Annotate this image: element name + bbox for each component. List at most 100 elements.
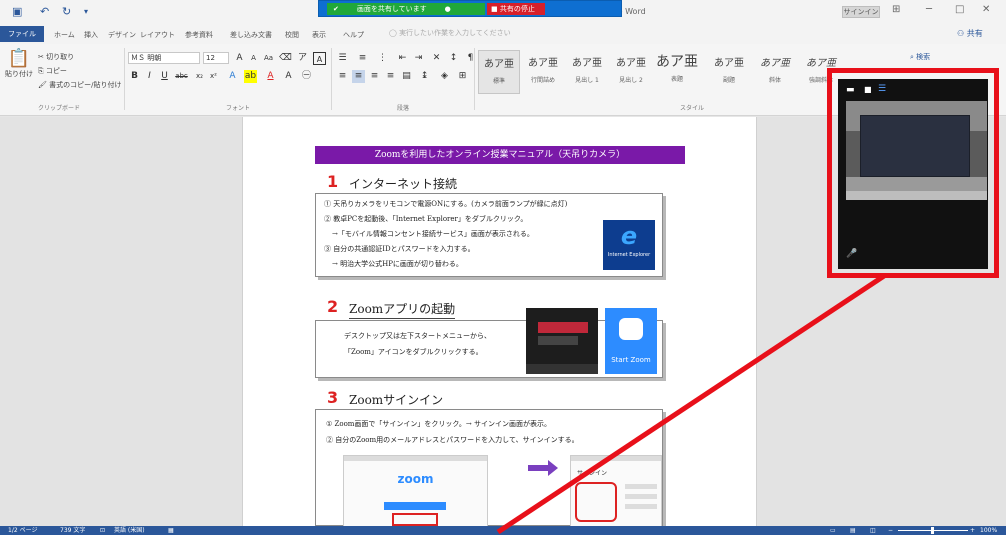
align-right-icon[interactable]: ≡: [368, 70, 381, 83]
char-shading-icon[interactable]: A: [282, 70, 295, 83]
ribbon-display-icon[interactable]: ⊞: [892, 4, 900, 15]
find-button[interactable]: ⌕ 検索: [910, 52, 930, 62]
style-emphasis[interactable]: あア亜 斜体: [754, 50, 796, 94]
tab-view[interactable]: 表示: [312, 28, 326, 42]
share-status-indicator: ✔ 画面を共有しています ●: [327, 3, 485, 15]
tab-references[interactable]: 参考資料: [185, 28, 213, 42]
style-normal[interactable]: あア亜 標準: [478, 50, 520, 94]
macro-icon[interactable]: ▦: [168, 526, 174, 535]
share-options-icon[interactable]: ●: [445, 3, 451, 15]
font-group-label: フォント: [226, 105, 251, 112]
cut-button[interactable]: ✂ 切り取り: [38, 52, 74, 62]
style-title[interactable]: あア亜 表題: [656, 50, 698, 94]
section-heading: Zoomアプリの起動: [349, 300, 456, 319]
font-size-box[interactable]: 12: [203, 52, 229, 64]
style-heading2[interactable]: あア亜見出し 2: [610, 50, 652, 94]
copy-button[interactable]: ⎘ コピー: [38, 66, 67, 76]
underline-icon[interactable]: U: [158, 70, 171, 83]
font-color-icon[interactable]: A: [264, 70, 277, 83]
restore-button[interactable]: □: [955, 4, 964, 15]
shading-icon[interactable]: ◈: [438, 70, 451, 83]
multilevel-list-icon[interactable]: ⋮: [376, 52, 389, 65]
tab-help[interactable]: ヘルプ: [343, 28, 364, 42]
tab-file[interactable]: ファイル: [0, 26, 44, 42]
numbering-icon[interactable]: ≡: [356, 52, 369, 65]
align-center-icon[interactable]: ≡: [352, 70, 365, 83]
style-name: 行間詰め: [530, 77, 555, 84]
style-name: 見出し 2: [619, 77, 643, 84]
close-button[interactable]: ✕: [982, 4, 990, 15]
stop-share-button[interactable]: ■ 共有の停止: [487, 3, 545, 15]
signin-highlight: [392, 513, 438, 526]
bullets-icon[interactable]: ☰: [336, 52, 349, 65]
styles-group-label: スタイル: [680, 105, 705, 112]
page-count[interactable]: 1/2 ページ: [8, 526, 37, 535]
show-marks-icon[interactable]: ¶: [464, 52, 477, 65]
asian-layout-icon[interactable]: ✕: [430, 52, 443, 65]
language[interactable]: 英語 (米国): [114, 526, 145, 535]
increase-indent-icon[interactable]: ⇥: [412, 52, 425, 65]
grow-font-icon[interactable]: A: [233, 52, 246, 65]
char-border-icon[interactable]: A: [313, 52, 326, 65]
instruction-line: ① 天吊りカメラをリモコンで電源ONにする。(カメラ前面ランプが緑に点灯): [324, 200, 568, 208]
tab-design[interactable]: デザイン: [108, 28, 136, 42]
italic-icon[interactable]: I: [143, 70, 156, 83]
tab-review[interactable]: 校閲: [285, 28, 299, 42]
scissors-icon: ✂: [38, 53, 47, 61]
enclose-char-icon[interactable]: ㊀: [300, 70, 313, 83]
change-case-icon[interactable]: Aa: [262, 52, 275, 65]
style-heading1[interactable]: あア亜 見出し 1: [566, 50, 608, 94]
instruction-line: ③ 自分の共通認証IDとパスワードを入力する。: [324, 245, 475, 253]
customize-qat-icon[interactable]: ▾: [84, 5, 88, 19]
paste-button[interactable]: 📋 貼り付け: [4, 48, 34, 98]
instruction-line: 「Zoom」アイコンをダブルクリックする。: [344, 348, 483, 356]
decrease-indent-icon[interactable]: ⇤: [396, 52, 409, 65]
window-bar: [344, 456, 487, 461]
strikethrough-icon[interactable]: abc: [175, 70, 188, 83]
zoom-in-icon[interactable]: +: [970, 526, 975, 535]
share-button[interactable]: ⚇ 共有: [957, 28, 983, 39]
justify-icon[interactable]: ≡: [384, 70, 397, 83]
redo-icon[interactable]: ↻: [62, 5, 71, 19]
phonetic-guide-icon[interactable]: ア: [296, 52, 309, 65]
distributed-icon[interactable]: ▤: [400, 70, 413, 83]
style-preview: あア亜: [806, 58, 836, 69]
tab-home[interactable]: ホーム: [54, 28, 75, 42]
style-subtitle[interactable]: あア亜 副題: [708, 50, 750, 94]
style-preview: あア亜: [484, 59, 514, 70]
undo-icon[interactable]: ↶: [40, 5, 49, 19]
superscript-icon[interactable]: x²: [207, 70, 220, 83]
borders-icon[interactable]: ⊞: [456, 70, 469, 83]
text-effects-icon[interactable]: A: [226, 70, 239, 83]
word-count[interactable]: 739 文字: [60, 526, 85, 535]
tab-insert[interactable]: 挿入: [84, 28, 98, 42]
section-heading: インターネット接続: [349, 175, 458, 194]
tell-me-search[interactable]: ◯ 実行したい作業を入力してください: [389, 28, 579, 40]
bold-icon[interactable]: B: [128, 70, 141, 83]
style-no-spacing[interactable]: あア亜 行間詰め: [522, 50, 564, 94]
section-heading: Zoomサインイン: [349, 391, 444, 410]
line-spacing-icon[interactable]: ↨: [418, 70, 431, 83]
sort-icon[interactable]: ↕: [447, 52, 460, 65]
zoom-share-bar: ✔ 画面を共有しています ● ■ 共有の停止: [318, 0, 622, 17]
highlight-icon[interactable]: ab: [244, 70, 257, 83]
align-left-icon[interactable]: ≡: [336, 70, 349, 83]
format-painter-button[interactable]: 🖌 書式のコピー/貼り付け: [38, 80, 121, 90]
signin-button[interactable]: サインイン: [842, 6, 880, 18]
zoom-level[interactable]: 100%: [980, 526, 997, 535]
save-icon[interactable]: ▣: [12, 5, 22, 19]
annotation-arrow: [496, 273, 886, 535]
zoom-slider-thumb[interactable]: [931, 527, 934, 534]
shrink-font-icon[interactable]: A: [247, 52, 260, 65]
tab-layout[interactable]: レイアウト: [140, 28, 175, 42]
subscript-icon[interactable]: x₂: [193, 70, 206, 83]
tab-mailings[interactable]: 差し込み文書: [230, 28, 272, 42]
style-preview: あア亜: [616, 58, 646, 69]
stop-share-label: 共有の停止: [499, 5, 535, 13]
minimize-button[interactable]: ─: [926, 4, 932, 15]
font-name-box[interactable]: ＭＳ 明朝: [128, 52, 200, 64]
brush-icon: 🖌: [38, 81, 50, 89]
ie-label: Internet Explorer: [607, 252, 651, 258]
proofing-icon[interactable]: ⊡: [100, 526, 105, 535]
clear-format-icon[interactable]: ⌫: [279, 52, 292, 65]
